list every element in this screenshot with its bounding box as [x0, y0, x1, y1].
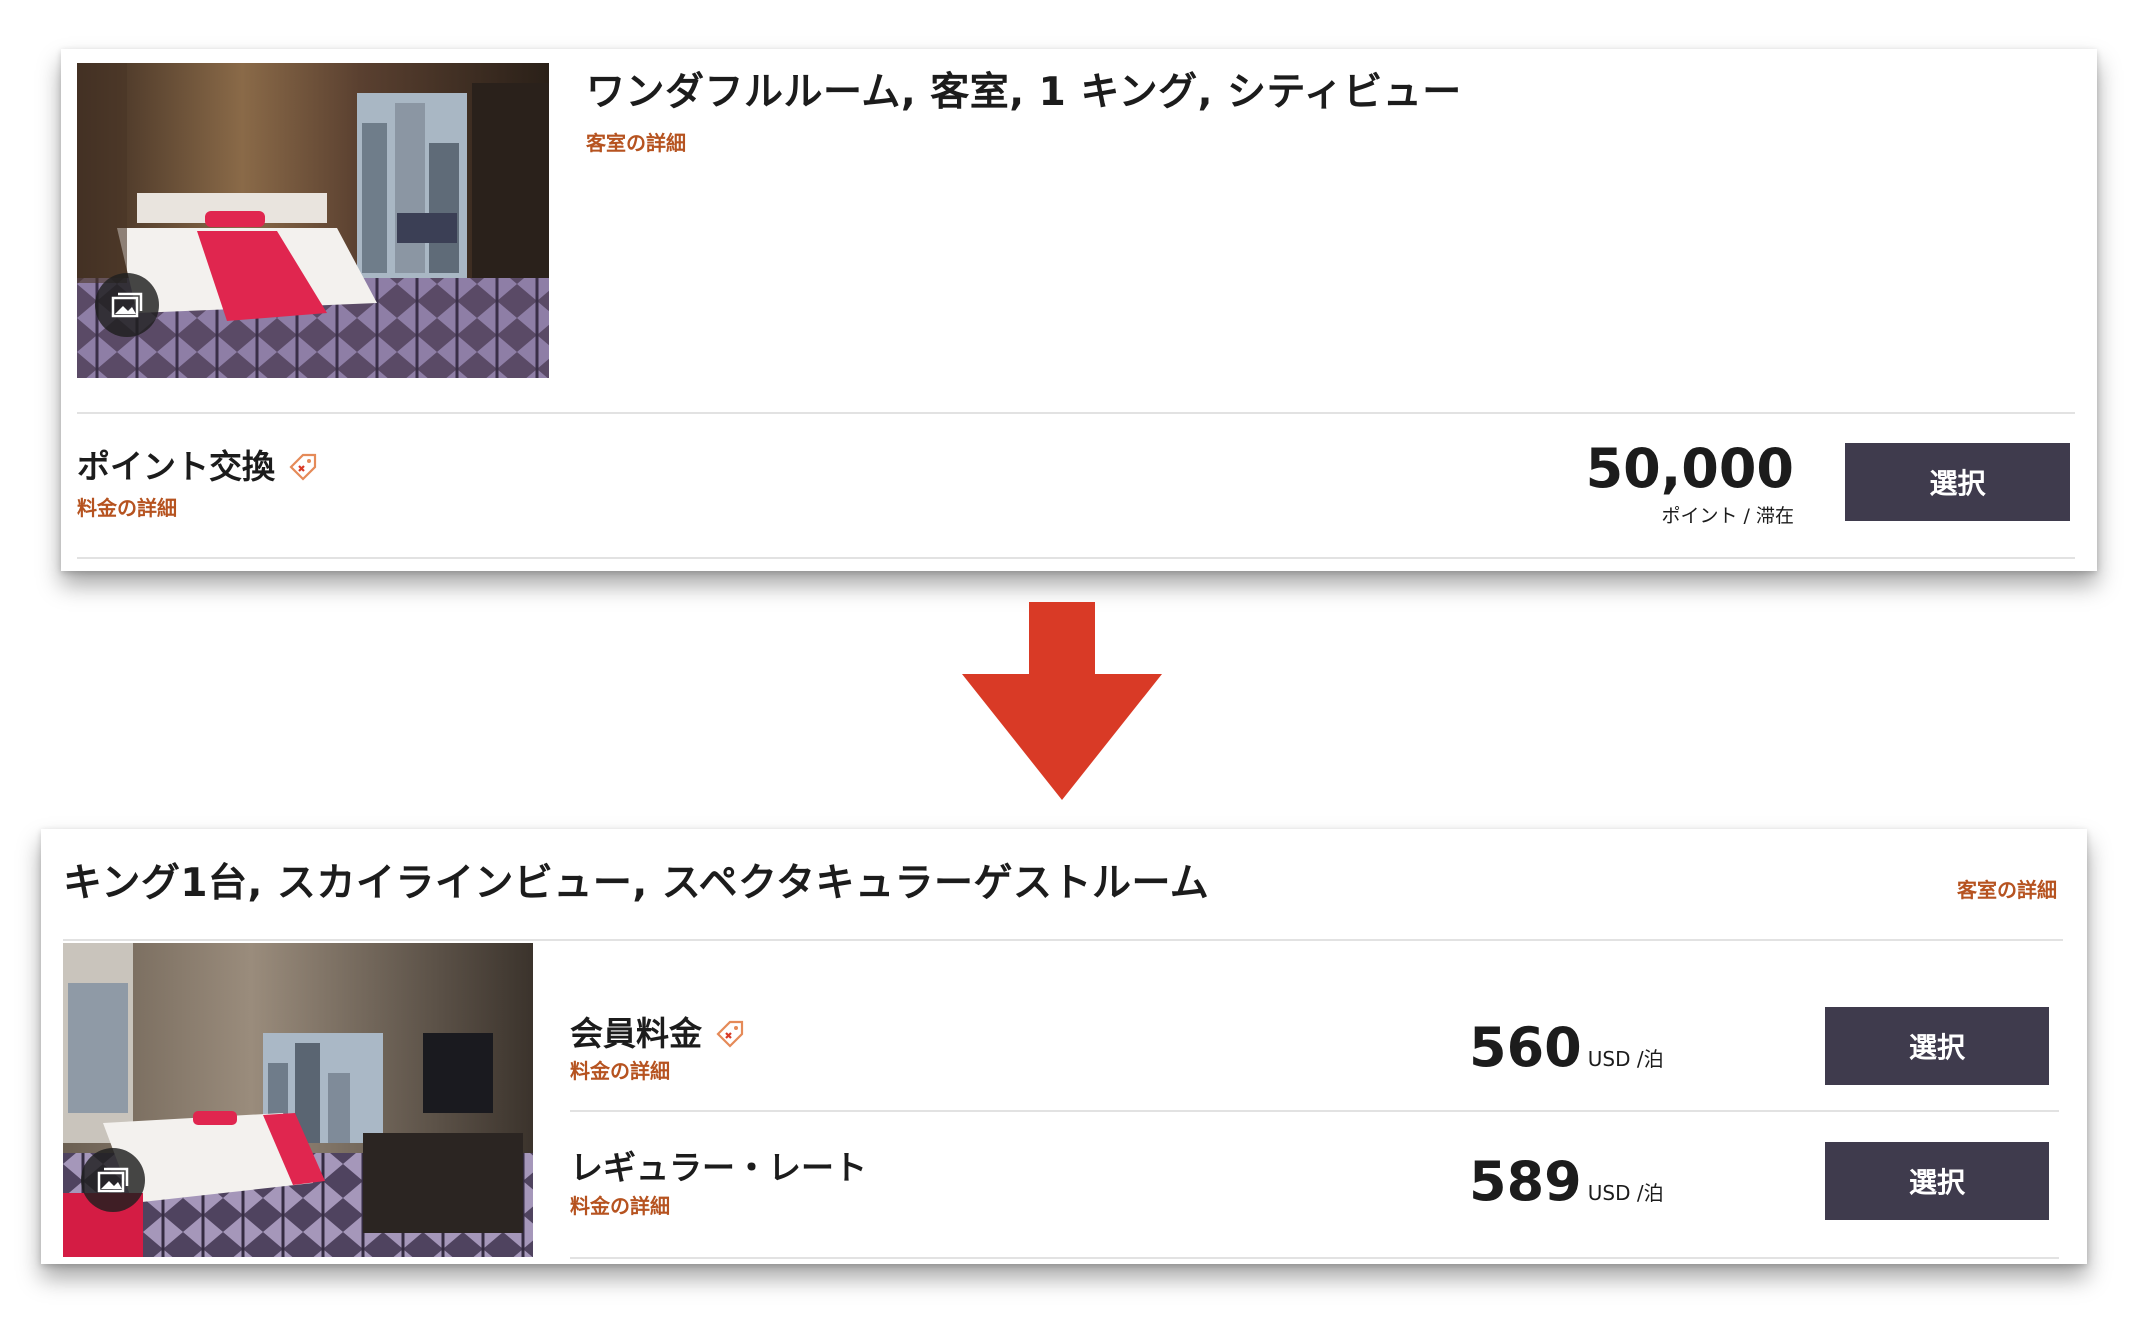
gallery-icon: [97, 1167, 129, 1193]
room-photo[interactable]: [63, 943, 533, 1257]
gallery-icon: [111, 292, 143, 318]
rate-details-link[interactable]: 料金の詳細: [77, 492, 177, 521]
select-button[interactable]: 選択: [1825, 1142, 2049, 1220]
member-rate-tag-icon: [716, 1020, 744, 1048]
room-title: キング1台, スカイラインビュー, スペクタキュラーゲストルーム: [63, 861, 1210, 906]
room-title: ワンダフルルーム, 客室, 1 キング, シティビュー: [586, 70, 1462, 115]
select-button[interactable]: 選択: [1845, 443, 2070, 521]
room-details-link[interactable]: 客室の詳細: [1957, 874, 2057, 903]
divider: [77, 557, 2075, 559]
divider: [570, 1110, 2059, 1112]
rate-name-text: ポイント交換: [77, 447, 275, 486]
price-unit: USD /泊: [1587, 1181, 1664, 1205]
rate-details-link[interactable]: 料金の詳細: [570, 1190, 670, 1219]
room-card-before: ワンダフルルーム, 客室, 1 キング, シティビュー 客室の詳細 ポイント交換…: [61, 49, 2097, 571]
rate-name-text: 会員料金: [570, 1014, 702, 1053]
room-details-link[interactable]: 客室の詳細: [586, 127, 686, 156]
price-unit: USD /泊: [1587, 1047, 1664, 1071]
room-photo[interactable]: [77, 63, 549, 378]
points-unit: ポイント / 滞在: [1661, 505, 1794, 527]
gallery-button[interactable]: [81, 1148, 145, 1212]
price-amount: 589: [1469, 1150, 1582, 1213]
rate-details-link[interactable]: 料金の詳細: [570, 1055, 670, 1084]
rate-price: 560 USD /泊: [1469, 1021, 1664, 1075]
member-rate-tag-icon: [289, 453, 317, 481]
down-arrow-icon: [962, 602, 1162, 800]
room-card-after: キング1台, スカイラインビュー, スペクタキュラーゲストルーム 客室の詳細 会…: [41, 829, 2087, 1264]
rate-name: ポイント交換: [77, 440, 319, 488]
rate-name: 会員料金: [570, 1007, 746, 1055]
rate-name-text: レギュラー・レート: [570, 1148, 867, 1187]
price-amount: 560: [1469, 1016, 1582, 1079]
rate-name: レギュラー・レート: [570, 1141, 867, 1189]
divider: [77, 412, 2075, 414]
points-price: 50,000: [1585, 437, 1794, 500]
rate-price: 589 USD /泊: [1469, 1155, 1664, 1209]
divider: [570, 1257, 2059, 1259]
divider: [63, 939, 2063, 941]
select-button[interactable]: 選択: [1825, 1007, 2049, 1085]
gallery-button[interactable]: [95, 273, 159, 337]
